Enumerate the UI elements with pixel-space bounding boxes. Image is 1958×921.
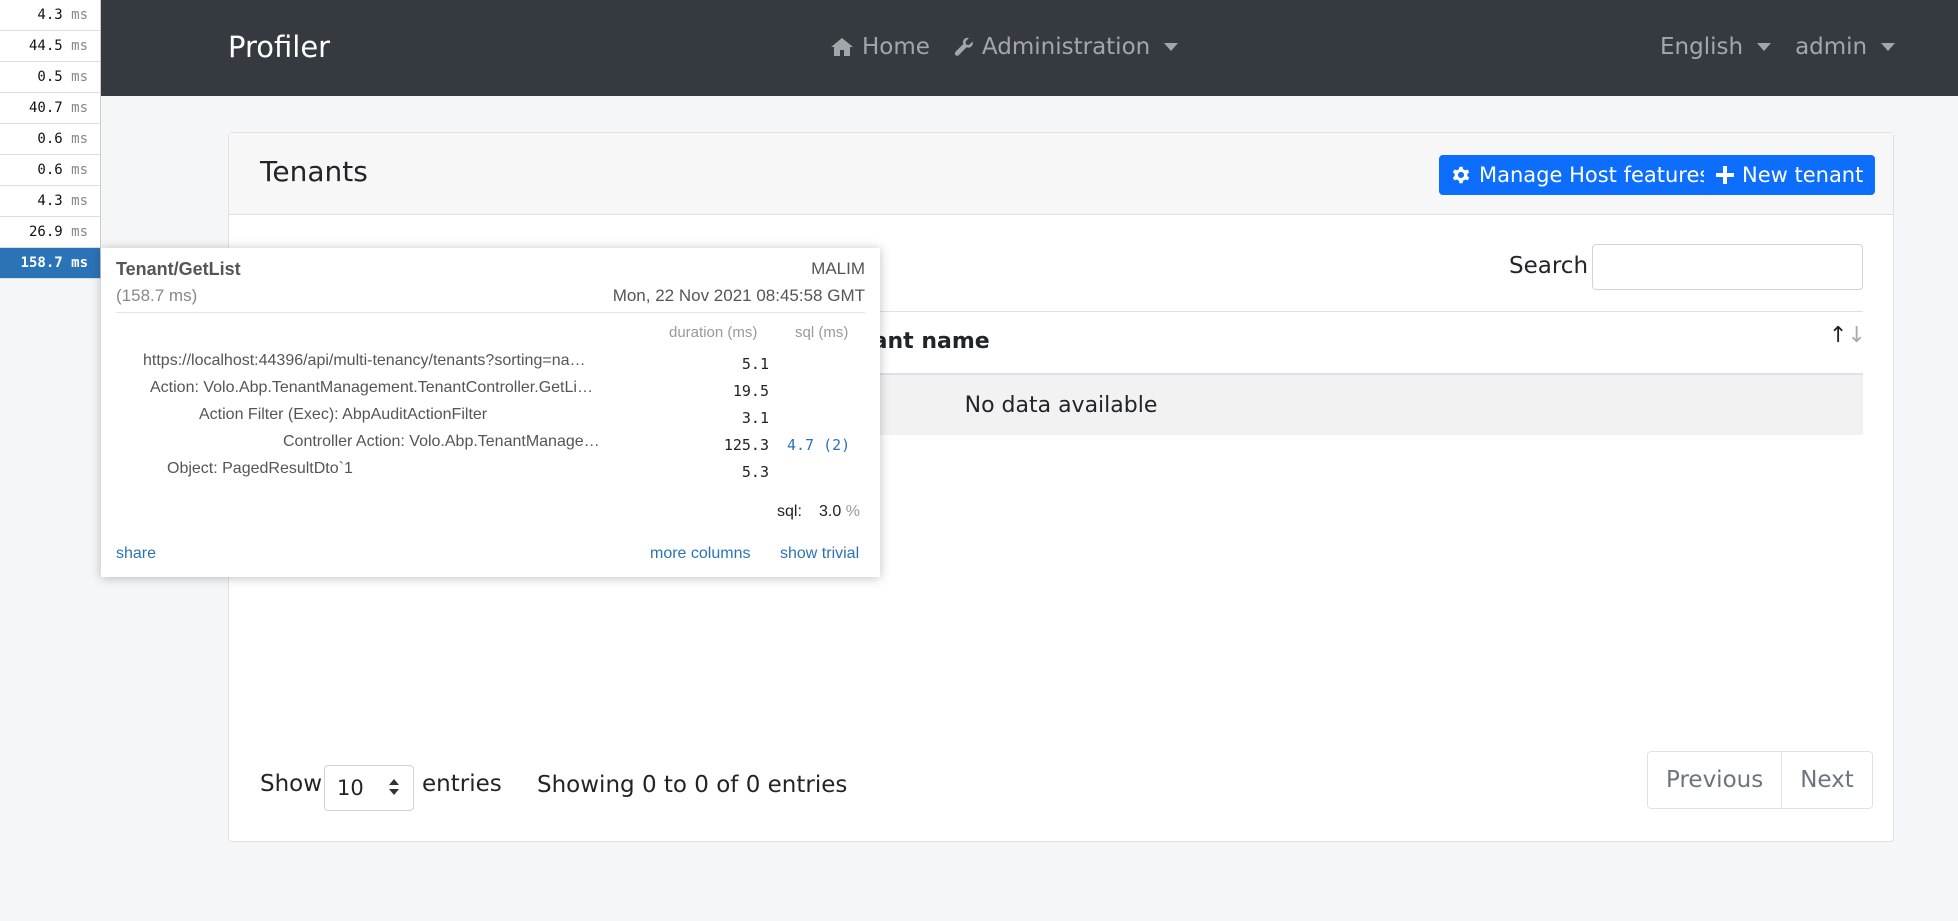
sql-percent-value: 3.0	[819, 503, 842, 520]
language-label: English	[1660, 34, 1744, 60]
sql-percent-label: sql:	[777, 503, 802, 520]
profiler-result-time: 4.3	[37, 193, 63, 209]
profiler-result-time: 0.6	[37, 162, 63, 178]
profiler-result-item[interactable]: 26.9 ms	[0, 217, 101, 248]
profiler-result-item[interactable]: 0.6 ms	[0, 124, 101, 155]
profiler-request-name: Tenant/GetList	[116, 259, 241, 279]
profiler-result-unit: ms	[71, 162, 88, 178]
profiler-timestamp: Mon, 22 Nov 2021 08:45:58 GMT	[612, 286, 865, 305]
profiler-result-unit: ms	[71, 7, 88, 23]
chevron-down-icon	[1881, 43, 1896, 51]
profiler-total-time: (158.7 ms)	[116, 286, 198, 305]
search-label: Search	[1509, 253, 1589, 279]
chevron-down-icon	[1164, 43, 1179, 51]
profiler-result-item-active[interactable]: 158.7 ms	[0, 248, 101, 279]
divider	[116, 312, 865, 313]
profiler-result-time: 4.3	[37, 7, 63, 23]
page-title: Tenants	[260, 155, 368, 188]
sort-down-arrow: ↓	[1847, 323, 1866, 348]
timing-row-label: Controller Action: Volo.Abp.TenantManage…	[283, 433, 600, 450]
search-input[interactable]	[1592, 244, 1863, 290]
profiler-result-unit: ms	[71, 38, 88, 54]
nav-right: English admin	[1660, 34, 1919, 60]
sql-timing-link[interactable]: 4.7 (2)	[787, 436, 850, 454]
gear-icon	[1452, 166, 1470, 184]
share-link[interactable]: share	[116, 545, 156, 563]
timing-row-label: Action: Volo.Abp.TenantManagement.Tenant…	[150, 379, 593, 396]
percent-sign: %	[845, 503, 860, 520]
profiler-machine-name: MALIM	[811, 259, 865, 278]
profiler-result-item[interactable]: 4.3 ms	[0, 186, 101, 217]
top-navbar: Profiler Home Administration English adm…	[0, 0, 1958, 96]
new-tenant-label: New tenant	[1742, 163, 1864, 187]
profiler-result-time: 40.7	[28, 100, 63, 116]
nav-home[interactable]: Home	[830, 34, 930, 60]
timing-row-label: Action Filter (Exec): AbpAuditActionFilt…	[199, 406, 488, 423]
profiler-result-unit: ms	[71, 255, 88, 271]
manage-host-features-label: Manage Host features	[1479, 163, 1711, 187]
profiler-result-item[interactable]: 0.5 ms	[0, 62, 101, 93]
main-nav: Home Administration	[830, 34, 1202, 60]
sql-percent: 3.0 %	[819, 503, 860, 521]
more-columns-link[interactable]: more columns	[650, 545, 750, 563]
plus-icon	[1716, 166, 1734, 184]
sort-icon[interactable]: ↑↓	[1829, 323, 1866, 348]
timing-row-duration: 5.3	[741, 463, 769, 481]
timing-row-duration: 3.1	[741, 409, 769, 427]
timing-row-duration: 125.3	[723, 436, 769, 454]
timing-row-label: Object: PagedResultDto`1	[167, 460, 353, 477]
profiler-result-unit: ms	[71, 224, 88, 240]
chevron-down-icon	[1757, 43, 1772, 51]
entries-label: entries	[422, 771, 502, 797]
column-header-duration: duration (ms)	[669, 324, 758, 341]
profiler-result-time: 0.6	[37, 131, 63, 147]
table-info: Showing 0 to 0 of 0 entries	[537, 772, 848, 798]
card-header: Tenants Manage Host features New tenant	[229, 133, 1893, 215]
nav-administration-label: Administration	[981, 34, 1151, 60]
profiler-result-item[interactable]: 0.6 ms	[0, 155, 101, 186]
pagination: Previous Next	[1647, 751, 1873, 809]
next-button[interactable]: Next	[1781, 752, 1872, 808]
select-arrows-icon	[389, 779, 399, 797]
previous-button[interactable]: Previous	[1648, 752, 1781, 808]
timing-row-duration: 19.5	[732, 382, 769, 400]
sort-up-arrow: ↑	[1829, 323, 1848, 348]
user-dropdown[interactable]: admin	[1795, 34, 1896, 60]
nav-administration[interactable]: Administration	[954, 34, 1179, 60]
profiler-result-time: 0.5	[37, 69, 63, 85]
show-label: Show	[260, 771, 323, 797]
profiler-result-unit: ms	[71, 69, 88, 85]
profiler-result-item[interactable]: 4.3 ms	[0, 0, 101, 31]
profiler-popup: Tenant/GetList (158.7 ms) MALIM Mon, 22 …	[101, 248, 880, 577]
page-length-value: 10	[337, 776, 364, 800]
profiler-result-item[interactable]: 40.7 ms	[0, 93, 101, 124]
column-header-sql: sql (ms)	[795, 324, 849, 341]
language-dropdown[interactable]: English	[1660, 34, 1772, 60]
home-icon	[831, 38, 853, 56]
profiler-result-unit: ms	[71, 131, 88, 147]
profiler-result-time: 44.5	[28, 38, 63, 54]
profiler-result-unit: ms	[71, 100, 88, 116]
profiler-result-time: 158.7	[20, 255, 63, 271]
profiler-result-unit: ms	[71, 193, 88, 209]
page-length-select[interactable]: 10	[324, 765, 414, 811]
new-tenant-button[interactable]: New tenant	[1704, 155, 1876, 195]
manage-host-features-button[interactable]: Manage Host features	[1439, 155, 1723, 195]
profiler-results: 4.3 ms 44.5 ms 0.5 ms 40.7 ms 0.6 ms 0.6…	[0, 0, 101, 279]
nav-home-label: Home	[862, 34, 930, 60]
show-trivial-link[interactable]: show trivial	[780, 545, 859, 563]
user-label: admin	[1795, 34, 1868, 60]
profiler-result-time: 26.9	[28, 224, 63, 240]
brand-logo[interactable]: Profiler	[228, 30, 330, 64]
timing-row-duration: 5.1	[741, 355, 769, 373]
timing-row-label: https://localhost:44396/api/multi-tenanc…	[143, 352, 586, 369]
wrench-icon	[954, 37, 973, 56]
profiler-result-item[interactable]: 44.5 ms	[0, 31, 101, 62]
